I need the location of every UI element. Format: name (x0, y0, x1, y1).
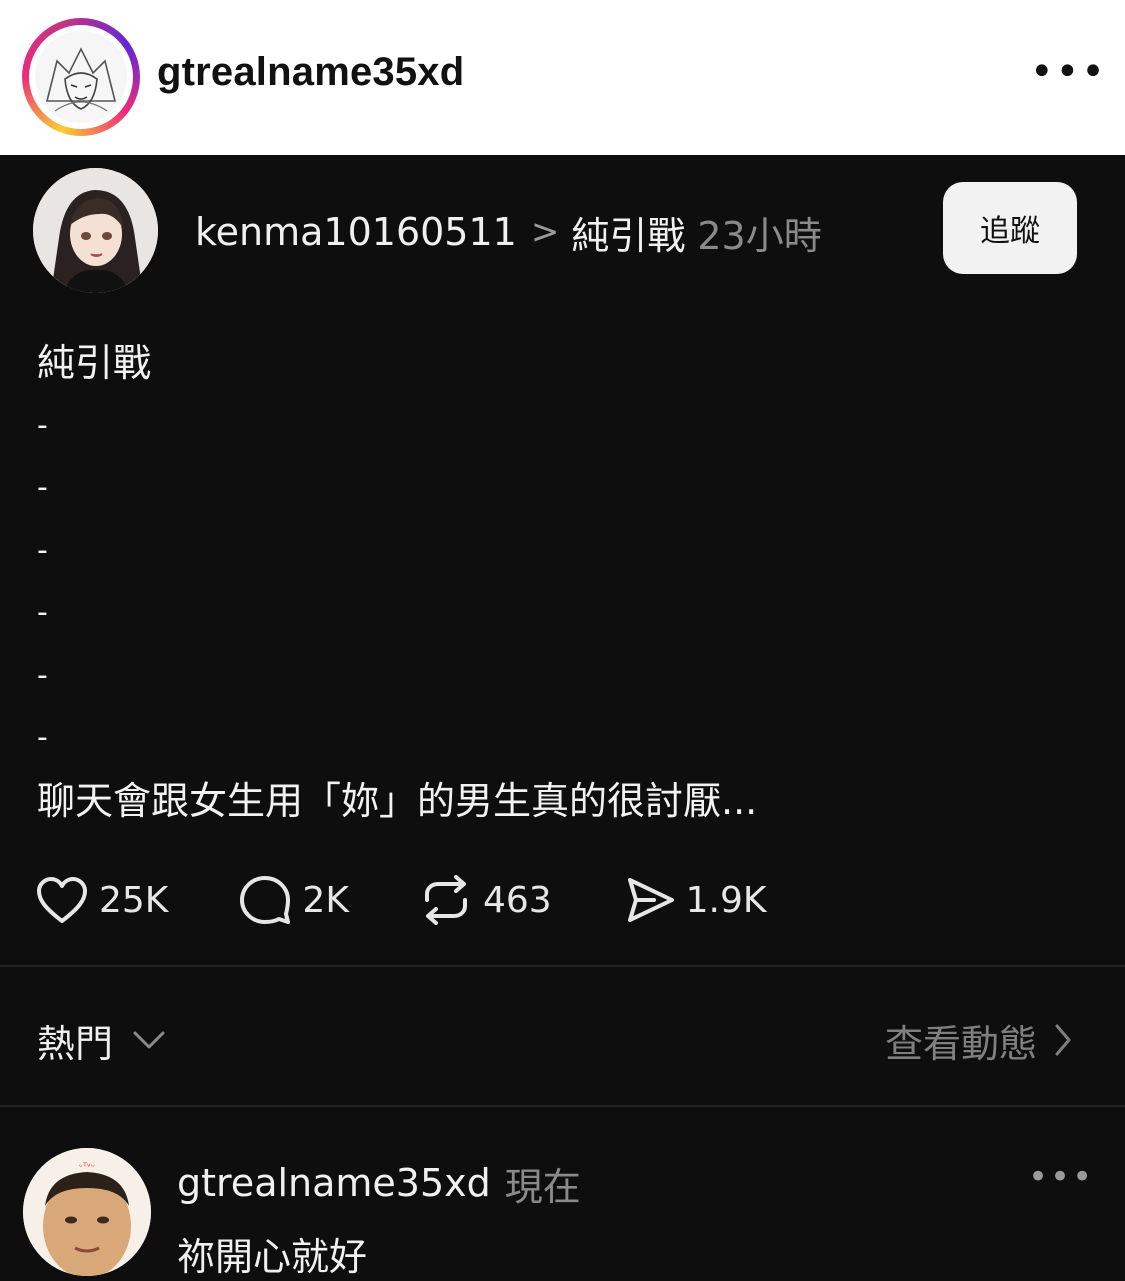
send-icon (627, 878, 674, 922)
view-activity-label: 查看動態 (884, 1021, 1037, 1066)
post-timestamp: 23小時 (697, 213, 822, 258)
post-topic-tag[interactable]: 純引戰 (571, 205, 685, 260)
comment-button[interactable]: 2K (238, 874, 349, 926)
comment-count: 2K (302, 879, 349, 921)
share-count: 1.9K (685, 879, 767, 921)
post-line: - (37, 407, 48, 443)
avatar (35, 31, 127, 123)
comment-icon (240, 876, 291, 924)
profile-header: gtrealname35xd ••• (0, 0, 1125, 155)
chevron-right-icon (1055, 1024, 1071, 1056)
repost-button[interactable]: 463 (419, 874, 552, 926)
more-horizontal-icon[interactable]: ••• (1030, 52, 1105, 92)
post-author-avatar[interactable] (33, 168, 158, 293)
post-actions: 25K 2K 463 1.9K (35, 870, 767, 930)
more-horizontal-icon[interactable]: ••• (1028, 1157, 1092, 1197)
repost-icon (424, 875, 467, 925)
sort-dropdown[interactable]: 熱門 (37, 1012, 167, 1068)
post-author-name[interactable]: kenma10160511 (195, 210, 517, 254)
post-meta: kenma10160511 > 純引戰 23小時 (195, 206, 822, 258)
reply-meta: gtrealname35xd 現在 (177, 1156, 581, 1210)
sort-label: 熱門 (37, 1021, 114, 1066)
post-line: - (37, 720, 48, 755)
post-line: - (37, 532, 48, 568)
post-line: - (37, 595, 48, 630)
reply-author-avatar[interactable]: ᵕᵀᵛᵕ (23, 1148, 151, 1276)
share-button[interactable]: 1.9K (624, 875, 767, 925)
header-username[interactable]: gtrealname35xd (157, 50, 464, 95)
divider (0, 1105, 1125, 1107)
post-text: 純引戰 - - - - - - 聊天會跟女生用「妳」的男生真的很討厭... (37, 332, 1087, 832)
post-line: - (37, 657, 48, 693)
post-line: 聊天會跟女生用「妳」的男生真的很討厭... (37, 778, 758, 823)
like-button[interactable]: 25K (35, 875, 168, 925)
story-ring[interactable] (22, 18, 140, 136)
reply-text: 祢開心就好 (177, 1235, 368, 1279)
repost-count: 463 (482, 879, 552, 921)
reply-author-name[interactable]: gtrealname35xd (177, 1161, 491, 1205)
divider (0, 965, 1125, 967)
post-line: - (37, 470, 48, 505)
chevron-right-icon: > (530, 212, 560, 252)
svg-text:ᵕᵀᵛᵕ: ᵕᵀᵛᵕ (79, 1162, 95, 1173)
post-line: 純引戰 (37, 341, 152, 385)
heart-icon (37, 877, 87, 923)
reply-timestamp: 現在 (504, 1164, 581, 1209)
chevron-down-icon (133, 1031, 165, 1049)
like-count: 25K (99, 879, 169, 921)
view-activity-link[interactable]: 查看動態 (885, 1012, 1073, 1068)
follow-button[interactable]: 追蹤 (943, 182, 1077, 274)
